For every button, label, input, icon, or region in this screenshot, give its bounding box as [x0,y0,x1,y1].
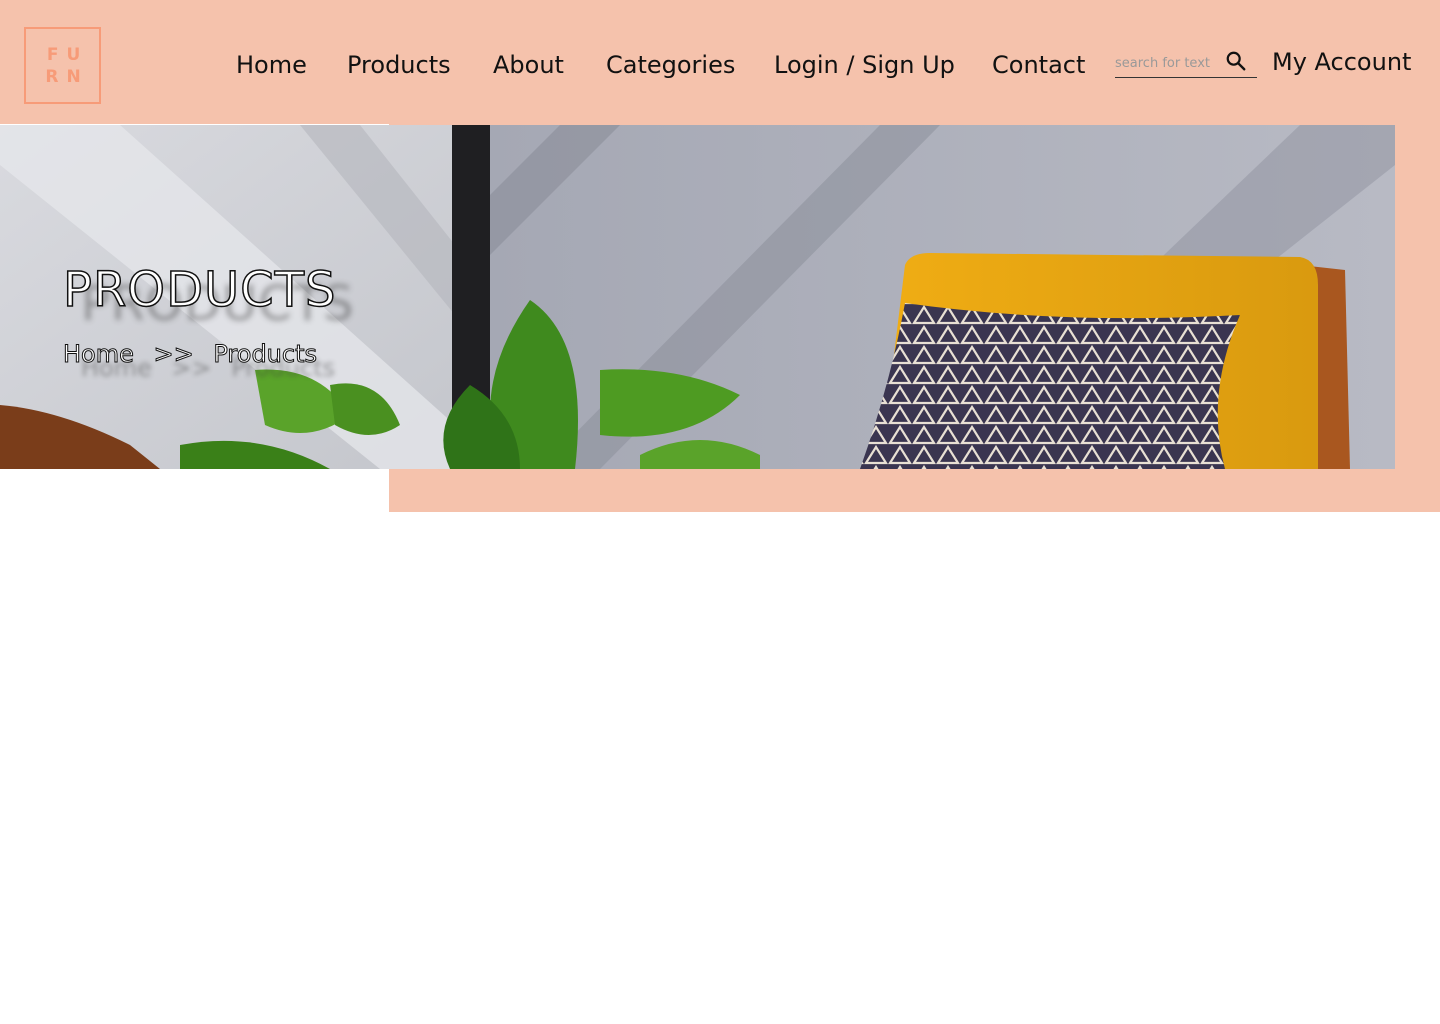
brand-logo[interactable]: F U R N [24,27,101,104]
search-input[interactable] [1115,52,1223,74]
nav-home[interactable]: Home [236,50,307,80]
breadcrumb-separator: >> [153,340,194,369]
search-icon[interactable] [1225,50,1247,72]
search-box [1115,50,1257,78]
page-title: PRODUCTS [62,261,337,319]
nav-contact[interactable]: Contact [992,50,1085,80]
logo-letter: F [46,44,59,65]
nav-about[interactable]: About [493,50,564,80]
nav-categories[interactable]: Categories [606,50,735,80]
nav-products[interactable]: Products [347,50,451,80]
hero-banner: PRODUCTS Home >> Products [0,125,1395,469]
logo-letter: U [66,44,81,65]
nav-login-signup[interactable]: Login / Sign Up [774,50,955,80]
breadcrumb-home[interactable]: Home [63,340,135,369]
breadcrumb-current: Products [213,340,318,369]
logo-letter: R [45,66,59,87]
breadcrumb: Home >> Products [63,340,329,369]
logo-letter: N [66,66,81,87]
my-account-link[interactable]: My Account [1272,47,1411,77]
